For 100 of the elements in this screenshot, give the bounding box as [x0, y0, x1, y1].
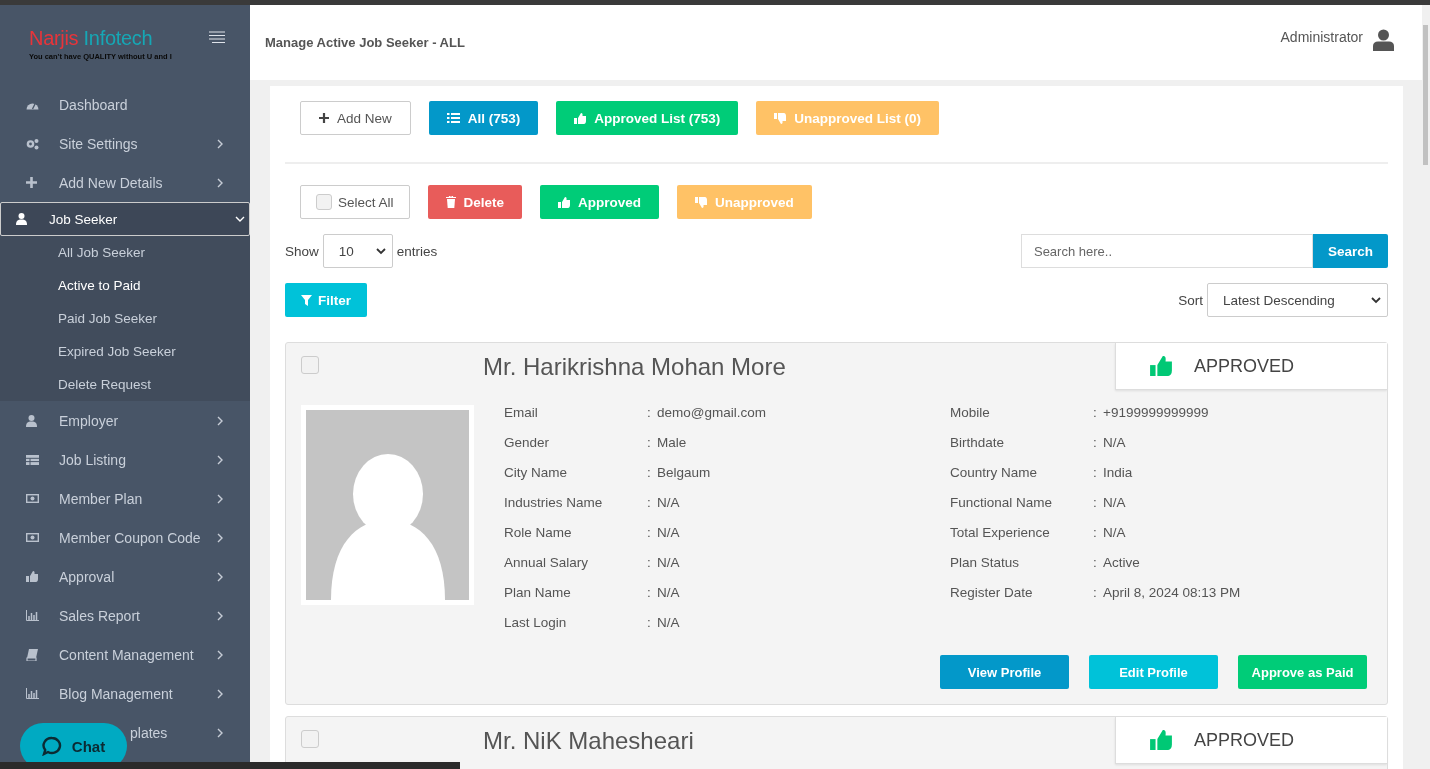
sidebar-item[interactable]: Member Coupon Code — [0, 518, 250, 557]
field-value: Male — [657, 435, 687, 452]
page-title: Manage Active Job Seeker - ALL — [265, 35, 466, 50]
field-label: Functional Name — [950, 495, 1054, 512]
status-badge: APPROVED — [1115, 717, 1387, 764]
sidebar-item[interactable]: Job Seeker — [0, 202, 250, 236]
field-label: Industries Name — [504, 495, 604, 512]
field-separator: : — [1093, 405, 1098, 422]
thumbs-down-icon — [695, 196, 708, 208]
list-icon — [26, 454, 39, 465]
field-value: N/A — [1103, 435, 1126, 452]
scrollbar[interactable] — [1422, 5, 1430, 769]
field-label: Country Name — [950, 465, 1039, 482]
user-avatar-icon[interactable] — [1373, 29, 1394, 51]
chevron-icon — [217, 727, 223, 738]
chevron-icon — [217, 532, 223, 543]
delete-button[interactable]: Delete — [427, 185, 523, 219]
field-label: Plan Name — [504, 585, 572, 602]
user-icon — [16, 213, 27, 225]
chevron-icon — [217, 649, 223, 660]
caret-icon — [375, 247, 386, 255]
sidebar-item[interactable]: Blog Management — [0, 674, 250, 713]
field-label: Annual Salary — [504, 555, 590, 572]
field-label: Mobile — [950, 405, 991, 422]
sidebar-item[interactable]: Dashboard — [0, 85, 250, 124]
submenu-item[interactable]: All Job Seeker — [58, 236, 250, 269]
sidebar-item[interactable]: Sales Report — [0, 596, 250, 635]
chevron-icon — [217, 688, 223, 699]
entries-select[interactable]: 10 — [322, 234, 393, 268]
view-profile-button[interactable]: View Profile — [940, 655, 1069, 689]
field-separator: : — [647, 465, 652, 482]
submenu-item[interactable]: Delete Request — [58, 368, 250, 401]
menu-icon[interactable] — [209, 31, 225, 43]
row-checkbox[interactable] — [301, 356, 319, 374]
field-value: N/A — [657, 495, 680, 512]
list-icon — [446, 113, 460, 123]
thumbs-down-icon — [774, 112, 787, 124]
chat-bubble-icon — [41, 736, 62, 756]
thumbs-up-icon — [574, 112, 587, 124]
field-separator: : — [647, 435, 652, 452]
field-value: N/A — [1103, 495, 1126, 512]
money-icon — [26, 533, 39, 542]
field-separator: : — [1093, 525, 1098, 542]
row-checkbox[interactable] — [301, 730, 319, 748]
select-all-checkbox[interactable]: Select All — [300, 185, 410, 219]
sidebar-item[interactable]: Approval — [0, 557, 250, 596]
money-icon — [26, 494, 39, 503]
candidate-name: Mr. Harikrishna Mohan More — [483, 353, 787, 381]
chevron-icon — [217, 415, 223, 426]
thumbs-up-icon — [26, 571, 38, 582]
plus-icon — [319, 113, 329, 123]
thumbs-up-icon — [1150, 730, 1172, 750]
submenu-item[interactable]: Paid Job Seeker — [58, 302, 250, 335]
search-field[interactable]: Search here.. — [1020, 234, 1313, 268]
status-badge: APPROVED — [1115, 343, 1387, 390]
field-value: N/A — [657, 615, 680, 632]
field-label: Total Experience — [950, 525, 1051, 542]
sidebar-item[interactable]: Content Management — [0, 635, 250, 674]
sort-select[interactable]: Latest Descending — [1207, 283, 1388, 317]
field-value: Belgaum — [657, 465, 711, 482]
field-separator: : — [1093, 465, 1098, 482]
book-icon — [26, 648, 38, 661]
field-value: demo@gmail.com — [657, 405, 766, 422]
chevron-icon — [217, 493, 223, 504]
chevron-icon — [217, 138, 223, 149]
field-label: Gender — [504, 435, 551, 452]
sidebar-item[interactable]: Site Settings — [0, 124, 250, 163]
candidate-name: Mr. NiK Mahesheari — [483, 727, 695, 755]
field-value: N/A — [1103, 525, 1126, 542]
sidebar-item[interactable]: Member Plan — [0, 479, 250, 518]
field-value: India — [1103, 465, 1133, 482]
chevron-icon — [217, 571, 223, 582]
sidebar-item[interactable]: Employer — [0, 401, 250, 440]
sidebar-item[interactable]: Add New Details — [0, 163, 250, 202]
submenu-item[interactable]: Active to Paid — [58, 269, 250, 302]
field-separator: : — [1093, 435, 1098, 452]
field-value: Active — [1103, 555, 1140, 572]
chevron-icon — [217, 610, 223, 621]
all-list-button[interactable]: All (753) — [428, 101, 539, 135]
user-name[interactable]: Administrator — [1280, 28, 1363, 45]
field-separator: : — [647, 555, 652, 572]
sidebar-item[interactable]: plates — [130, 713, 250, 752]
field-label: Birthdate — [950, 435, 1006, 452]
gears-icon — [26, 137, 39, 150]
submenu-item[interactable]: Expired Job Seeker — [58, 335, 250, 368]
thumbs-up-icon — [1150, 356, 1172, 376]
add-new-button[interactable]: Add New — [300, 101, 411, 135]
field-value: N/A — [657, 555, 680, 572]
field-label: City Name — [504, 465, 568, 482]
sidebar-item[interactable]: Job Listing — [0, 440, 250, 479]
bar-chart-icon — [26, 610, 39, 621]
thumbs-up-icon — [558, 196, 571, 208]
caret-icon — [1371, 296, 1381, 304]
field-label: Email — [504, 405, 539, 422]
field-separator: : — [1093, 585, 1098, 602]
sort-label: Sort — [1178, 292, 1203, 308]
search-button[interactable]: Search — [1312, 234, 1388, 268]
field-separator: : — [647, 405, 652, 422]
chevron-icon — [217, 177, 223, 188]
field-value: N/A — [657, 525, 680, 542]
